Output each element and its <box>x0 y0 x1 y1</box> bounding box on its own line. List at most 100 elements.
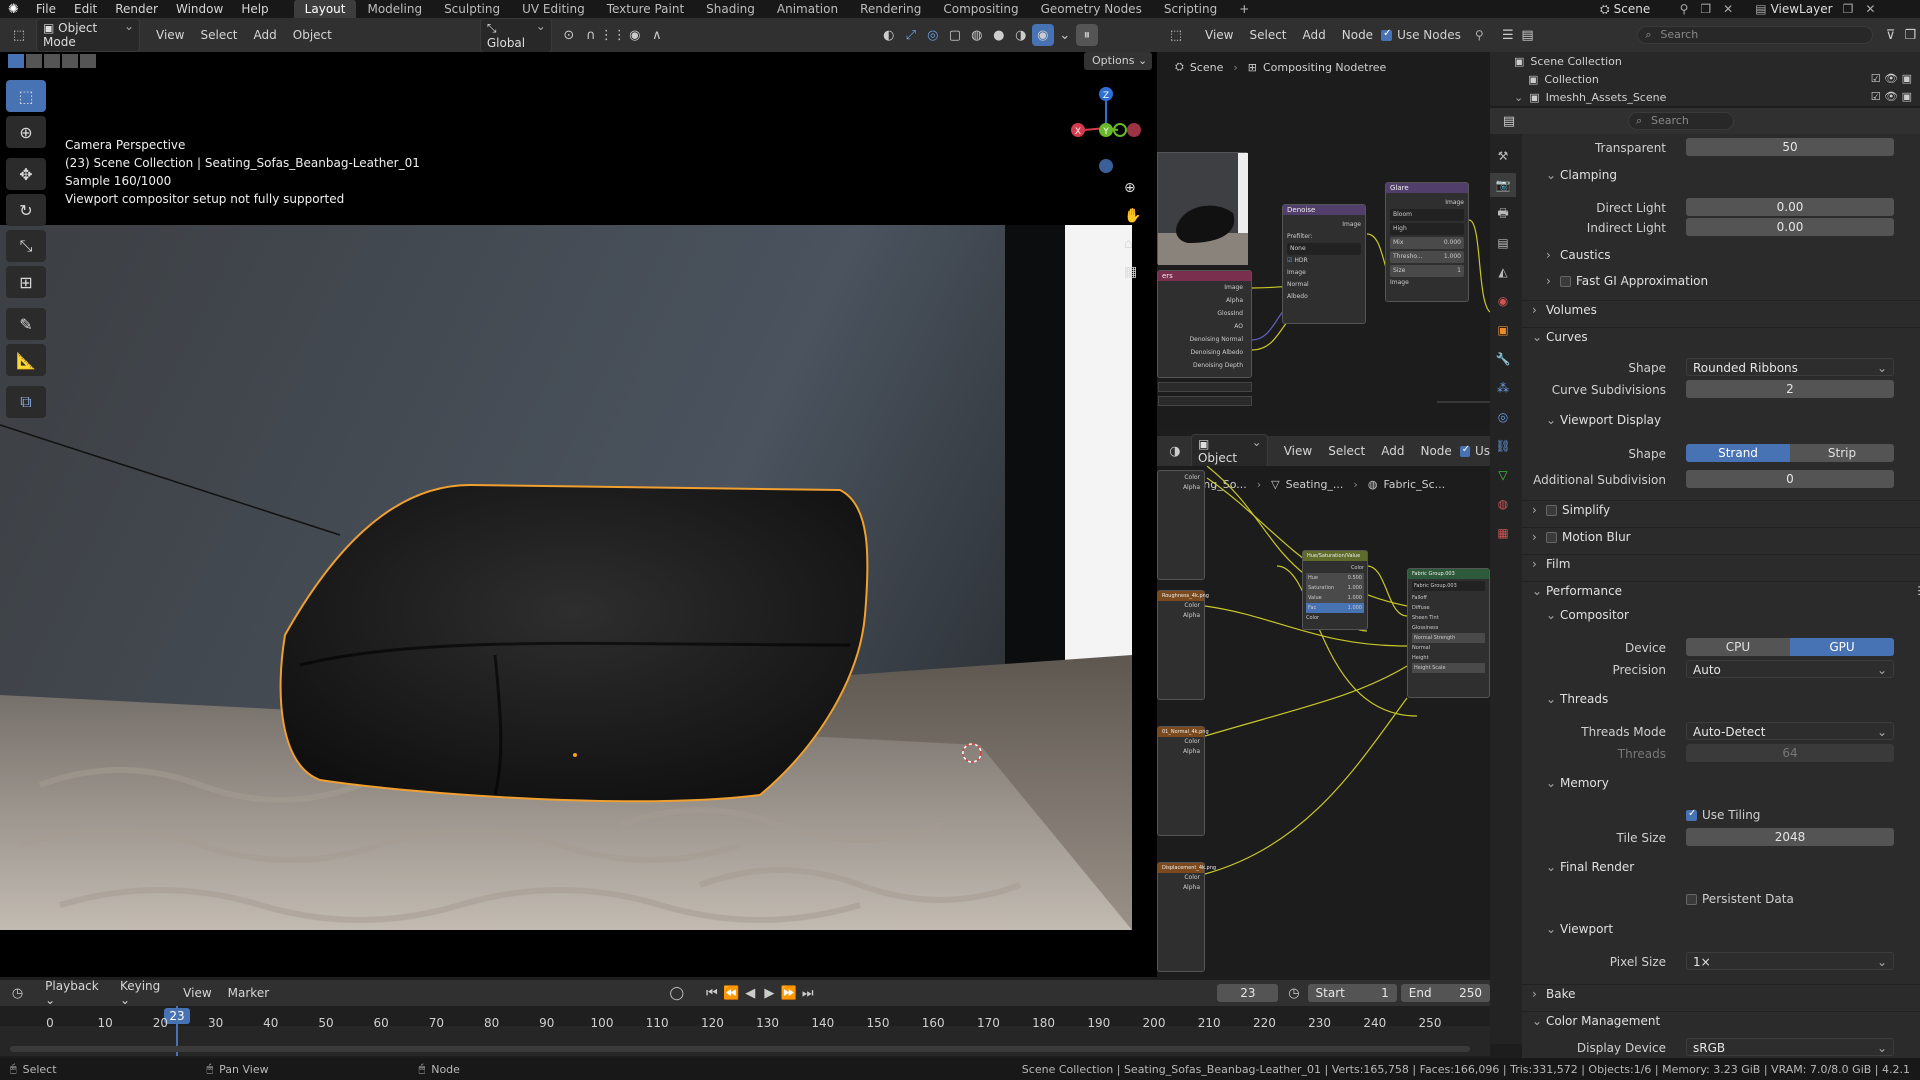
select-new-icon[interactable] <box>8 54 24 68</box>
gpu-button[interactable]: GPU <box>1790 638 1894 656</box>
tab-sculpting[interactable]: Sculpting <box>433 0 511 18</box>
select-intersect-icon[interactable] <box>80 54 96 68</box>
navigation-gizmo[interactable]: Z X Y <box>1062 80 1144 180</box>
viewer-node-stub[interactable] <box>1158 382 1252 422</box>
move-tool-icon[interactable]: ✥ <box>6 158 46 190</box>
pin-icon[interactable]: ⚲ <box>1674 2 1695 16</box>
overlay-icon[interactable]: ◎ <box>922 24 944 46</box>
pan-hand-icon[interactable]: ✋ <box>1124 208 1144 224</box>
persistent-data-toggle[interactable]: Persistent Data <box>1686 892 1794 906</box>
glare-size-field[interactable]: Size 1 <box>1390 265 1464 277</box>
current-frame-field[interactable]: 23 <box>1217 984 1279 1002</box>
scene-name[interactable]: Scene <box>1614 2 1674 16</box>
menu-window[interactable]: Window <box>167 0 232 18</box>
color-management-section[interactable]: ⌄ Color Management <box>1522 1011 1920 1033</box>
annotate-tool-icon[interactable]: ✎ <box>6 308 46 340</box>
display-device-dropdown[interactable]: sRGB ⌄ <box>1686 1038 1894 1056</box>
menu-help[interactable]: Help <box>232 0 277 18</box>
pause-render-icon[interactable]: ⏸ <box>1075 24 1098 46</box>
viewport-display-section[interactable]: ⌄ Viewport Display <box>1522 413 1920 435</box>
view-layer-name[interactable]: ViewLayer <box>1771 2 1837 16</box>
film-section[interactable]: › Film <box>1522 554 1920 576</box>
tab-shading[interactable]: Shading <box>695 0 766 18</box>
add-subdiv-field[interactable]: 0 <box>1686 470 1894 488</box>
denoise-hdr-checkbox[interactable]: ☑ HDR <box>1287 255 1361 267</box>
add-workspace-icon[interactable]: + <box>1228 0 1260 18</box>
jump-end-icon[interactable]: ⏭ <box>798 982 817 1004</box>
indirect-light-field[interactable]: 0.00 <box>1686 218 1894 236</box>
measure-tool-icon[interactable]: 📐 <box>6 344 46 376</box>
lock-camera-icon[interactable]: ▦ <box>1124 264 1144 280</box>
motion-blur-section[interactable]: › Motion Blur <box>1522 527 1920 549</box>
play-reverse-icon[interactable]: ◀ <box>741 982 760 1004</box>
shader-menu-select[interactable]: Select <box>1320 444 1373 458</box>
simplify-checkbox[interactable] <box>1546 505 1557 516</box>
solid-shading-icon[interactable]: ● <box>988 24 1010 46</box>
autokey-icon[interactable]: ◯ <box>667 982 686 1004</box>
viewport-perf-section[interactable]: ⌄ Viewport <box>1522 922 1920 944</box>
shader-editor-type-icon[interactable]: ◑ <box>1165 440 1185 462</box>
preview-range-icon[interactable]: ◷ <box>1284 982 1303 1004</box>
group-in-height-scale[interactable]: Height Scale <box>1412 663 1485 673</box>
proportional-edit-icon[interactable]: ◉ <box>624 24 646 46</box>
play-icon[interactable]: ▶ <box>760 982 779 1004</box>
new-scene-icon[interactable]: ❐ <box>1694 2 1717 16</box>
curve-subdiv-field[interactable]: 2 <box>1686 380 1894 398</box>
transform-tool-icon[interactable]: ⊞ <box>6 266 46 298</box>
wireframe-shading-icon[interactable]: ◍ <box>966 24 988 46</box>
new-collection-icon[interactable]: ❐ <box>1900 24 1920 46</box>
motion-blur-checkbox[interactable] <box>1546 532 1557 543</box>
tab-layout[interactable]: Layout <box>293 0 357 18</box>
shader-node-canvas[interactable]: ▣ Seating_So... › ▽ Seating_... › ◍ Fabr… <box>1157 466 1490 976</box>
glare-node[interactable]: Glare Image Bloom High Mix 0.000 Thresho.… <box>1385 182 1469 302</box>
select-subtract-icon[interactable] <box>44 54 60 68</box>
end-frame-field[interactable]: End 250 <box>1400 984 1490 1002</box>
glare-threshold-field[interactable]: Thresho... 1.000 <box>1390 251 1464 263</box>
delete-view-layer-icon[interactable]: ✕ <box>1859 2 1881 16</box>
use-tiling-checkbox[interactable] <box>1686 808 1697 821</box>
particles-tab-icon[interactable]: ⁂ <box>1490 376 1516 400</box>
compositor-section[interactable]: ⌄ Compositor <box>1522 608 1920 630</box>
constraints-tab-icon[interactable]: ⛓ <box>1490 434 1516 458</box>
hsv-fac-field[interactable]: Fac 1.000 <box>1306 603 1364 613</box>
menu-edit[interactable]: Edit <box>65 0 106 18</box>
outliner-search-input[interactable]: Search <box>1637 26 1873 44</box>
hsv-sat-field[interactable]: Saturation 1.000 <box>1306 583 1364 593</box>
timeline-menu-marker[interactable]: Marker <box>220 986 277 1000</box>
texture-tab-icon[interactable]: ▦ <box>1490 521 1516 545</box>
texture-node-displacement[interactable]: Displacement_4k.png Color Alpha <box>1157 862 1216 972</box>
outliner-row-assets-scene[interactable]: ⌄ ▣ Imeshh_Assets_Scene ☑ 👁 ▣ <box>1490 88 1920 106</box>
select-box-icon[interactable]: ⬚ <box>6 80 46 112</box>
caustics-section[interactable]: › Caustics <box>1522 248 1920 270</box>
bake-section[interactable]: › Bake <box>1522 984 1920 1006</box>
cpu-button[interactable]: CPU <box>1686 638 1790 656</box>
viewport-menu-view[interactable]: View <box>148 28 192 42</box>
tab-geometry-nodes[interactable]: Geometry Nodes <box>1030 0 1153 18</box>
viewport-menu-add[interactable]: Add <box>246 28 285 42</box>
start-frame-field[interactable]: Start 1 <box>1307 984 1397 1002</box>
shader-menu-view[interactable]: View <box>1276 444 1320 458</box>
timeline-menu-playback[interactable]: Playback ⌄ <box>37 979 112 1007</box>
outliner-row-collection[interactable]: ▣ Collection ☑ 👁 ▣ <box>1490 70 1920 88</box>
tab-uv-editing[interactable]: UV Editing <box>511 0 596 18</box>
transparent-field[interactable]: 50 <box>1686 138 1894 156</box>
direct-light-field[interactable]: 0.00 <box>1686 198 1894 216</box>
group-datablock[interactable]: Fabric Group.003 <box>1412 581 1485 591</box>
menu-file[interactable]: File <box>27 0 65 18</box>
pixel-size-dropdown[interactable]: 1× ⌄ <box>1686 952 1894 970</box>
gizmo-icon[interactable]: ⤢ <box>900 24 922 46</box>
output-tab-icon[interactable]: 🖶 <box>1490 202 1516 226</box>
compositor-menu-node[interactable]: Node <box>1334 28 1381 42</box>
options-button[interactable]: Options ⌄ <box>1084 52 1152 70</box>
strip-button[interactable]: Strip <box>1790 444 1894 462</box>
blender-logo-icon[interactable]: ✺ <box>0 2 27 17</box>
render-layers-node[interactable]: ers Image Alpha GlossInd AO Denoising No… <box>1157 270 1252 378</box>
camera-view-icon[interactable]: ⌂ <box>1124 236 1144 252</box>
data-tab-icon[interactable]: ▽ <box>1490 463 1516 487</box>
hsv-node[interactable]: Hue/Saturation/Value Color Hue 0.500 Satu… <box>1302 550 1368 630</box>
compositor-menu-view[interactable]: View <box>1197 28 1241 42</box>
texture-node-normal[interactable]: 01_Normal_4k.png Color Alpha <box>1157 726 1209 836</box>
final-render-section[interactable]: ⌄ Final Render <box>1522 860 1920 882</box>
3d-viewport[interactable]: Options ⌄ Camera Perspective (23) Scene … <box>0 52 1157 977</box>
select-invert-icon[interactable] <box>62 54 78 68</box>
